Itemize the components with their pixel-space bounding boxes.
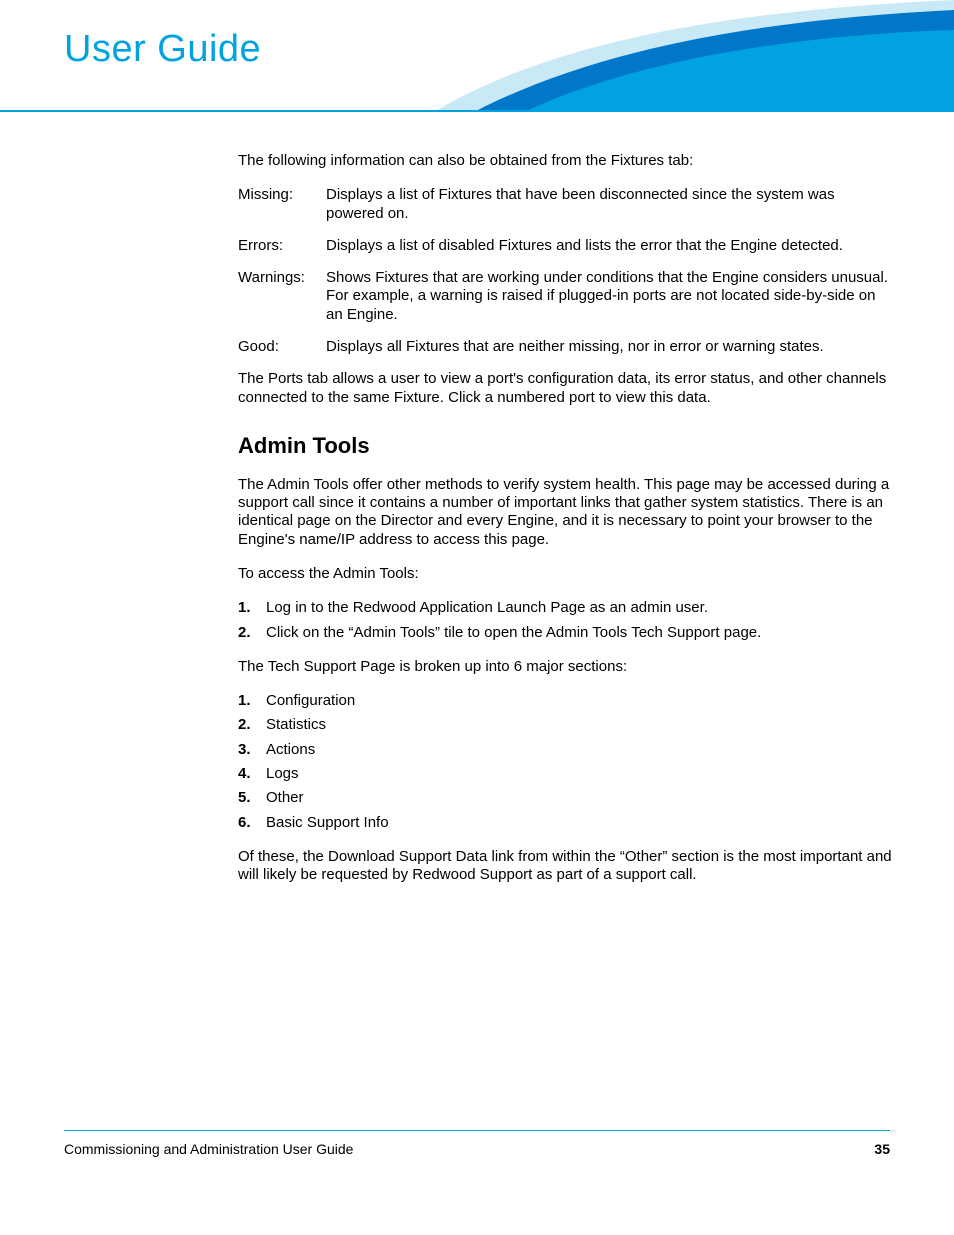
list-item: 1. Configuration <box>238 692 894 710</box>
list-number: 2. <box>238 716 266 734</box>
list-number: 6. <box>238 814 266 832</box>
intro-paragraph: The following information can also be ob… <box>238 152 894 170</box>
list-number: 4. <box>238 765 266 783</box>
page-header: User Guide <box>0 0 954 112</box>
definition-label: Good: <box>238 338 326 356</box>
steps-list: 1. Log in to the Redwood Application Lau… <box>238 599 894 642</box>
page-title: User Guide <box>64 28 261 71</box>
list-text: Log in to the Redwood Application Launch… <box>266 599 894 617</box>
list-number: 3. <box>238 741 266 759</box>
list-number: 1. <box>238 692 266 710</box>
section-paragraph-3: The Tech Support Page is broken up into … <box>238 658 894 676</box>
sections-list: 1. Configuration 2. Statistics 3. Action… <box>238 692 894 832</box>
list-item: 1. Log in to the Redwood Application Lau… <box>238 599 894 617</box>
definition-label: Missing: <box>238 186 326 223</box>
list-text: Other <box>266 789 894 807</box>
definition-row: Missing: Displays a list of Fixtures tha… <box>238 186 894 223</box>
list-number: 1. <box>238 599 266 617</box>
header-swoosh-graphic <box>434 0 954 112</box>
definition-row: Warnings: Shows Fixtures that are workin… <box>238 269 894 324</box>
list-number: 2. <box>238 624 266 642</box>
footer-doc-title: Commissioning and Administration User Gu… <box>64 1141 353 1157</box>
list-item: 5. Other <box>238 789 894 807</box>
list-text: Click on the “Admin Tools” tile to open … <box>266 624 894 642</box>
list-text: Configuration <box>266 692 894 710</box>
definition-desc: Shows Fixtures that are working under co… <box>326 269 894 324</box>
section-paragraph-1: The Admin Tools offer other methods to v… <box>238 476 894 549</box>
definition-row: Good: Displays all Fixtures that are nei… <box>238 338 894 356</box>
list-item: 2. Statistics <box>238 716 894 734</box>
content-area: The following information can also be ob… <box>238 152 894 901</box>
definitions-list: Missing: Displays a list of Fixtures tha… <box>238 186 894 356</box>
definition-desc: Displays a list of Fixtures that have be… <box>326 186 894 223</box>
definition-desc: Displays all Fixtures that are neither m… <box>326 338 894 356</box>
list-number: 5. <box>238 789 266 807</box>
list-item: 4. Logs <box>238 765 894 783</box>
definition-desc: Displays a list of disabled Fixtures and… <box>326 237 894 255</box>
list-item: 2. Click on the “Admin Tools” tile to op… <box>238 624 894 642</box>
section-paragraph-2: To access the Admin Tools: <box>238 565 894 583</box>
definition-label: Warnings: <box>238 269 326 324</box>
list-item: 3. Actions <box>238 741 894 759</box>
list-text: Statistics <box>266 716 894 734</box>
list-text: Logs <box>266 765 894 783</box>
ports-paragraph: The Ports tab allows a user to view a po… <box>238 370 894 407</box>
list-text: Basic Support Info <box>266 814 894 832</box>
definition-row: Errors: Displays a list of disabled Fixt… <box>238 237 894 255</box>
list-item: 6. Basic Support Info <box>238 814 894 832</box>
definition-label: Errors: <box>238 237 326 255</box>
footer-page-number: 35 <box>874 1141 890 1157</box>
list-text: Actions <box>266 741 894 759</box>
section-heading: Admin Tools <box>238 433 894 460</box>
section-paragraph-4: Of these, the Download Support Data link… <box>238 848 894 885</box>
page-footer: Commissioning and Administration User Gu… <box>64 1130 890 1157</box>
